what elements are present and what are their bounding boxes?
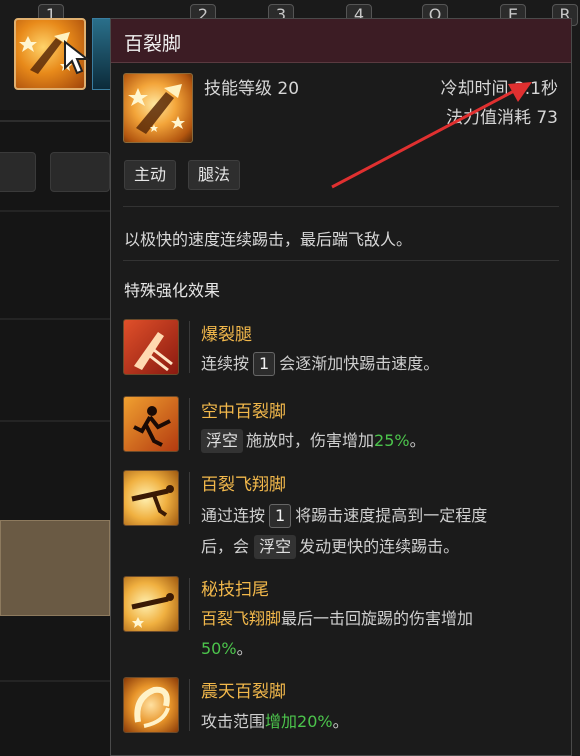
skill-title: 百裂脚 bbox=[124, 33, 182, 55]
effect-description: 后，会 浮空 发动更快的连续踢击。 bbox=[201, 533, 459, 559]
effect-description: 50%。 bbox=[201, 635, 253, 659]
effect-value: 25% bbox=[374, 431, 410, 450]
effect-highlight: 百裂飞翔脚 bbox=[201, 609, 282, 628]
effect-name: 秘技扫尾 bbox=[201, 580, 269, 600]
effect-divider bbox=[189, 472, 190, 524]
effect-description: 通过连按 1 将踢击速度提高到一定程度 bbox=[201, 502, 487, 528]
effect-name: 爆裂腿 bbox=[201, 325, 252, 345]
effect-text: 会逐渐加快踢击速度。 bbox=[279, 354, 440, 373]
list-divider bbox=[0, 680, 110, 682]
effect-name: 空中百裂脚 bbox=[201, 402, 286, 422]
list-divider bbox=[0, 420, 110, 422]
effect-text: 最后一击回旋踢的伤害增加 bbox=[281, 609, 474, 628]
divider bbox=[123, 260, 559, 261]
kick-skill-icon bbox=[123, 73, 193, 143]
effect-divider bbox=[189, 398, 190, 450]
background-button[interactable] bbox=[50, 152, 110, 192]
tag-active: 主动 bbox=[124, 160, 177, 190]
mouse-cursor-icon bbox=[64, 40, 90, 75]
effect-text: 。 bbox=[409, 431, 426, 450]
effect-text: 发动更快的连续踢击。 bbox=[299, 537, 460, 556]
effect-text: 将踢击速度提高到一定程度 bbox=[295, 506, 488, 525]
effect-name: 百裂飞翔脚 bbox=[201, 475, 286, 495]
quake-kick-icon bbox=[123, 677, 179, 733]
air-kick-icon bbox=[123, 396, 179, 452]
effect-description: 连续按 1 会逐渐加快踢击速度。 bbox=[201, 350, 439, 376]
divider bbox=[123, 206, 559, 207]
divider bbox=[0, 120, 110, 122]
selected-list-item[interactable] bbox=[0, 520, 110, 616]
effect-divider bbox=[189, 321, 190, 373]
scroll-edge bbox=[572, 180, 580, 756]
flying-kick-icon bbox=[123, 470, 179, 526]
skill-description: 以极快的速度连续踢击，最后踹飞敌人。 bbox=[124, 230, 413, 249]
effect-text: 施放时，伤害增加 bbox=[246, 431, 375, 450]
effect-text: 。 bbox=[332, 712, 349, 731]
effect-text: 。 bbox=[236, 639, 253, 658]
tooltip-header: 百裂脚 bbox=[111, 19, 571, 63]
effect-divider bbox=[189, 679, 190, 731]
sweep-tail-icon bbox=[123, 576, 179, 632]
list-divider bbox=[0, 210, 110, 212]
effect-description: 百裂飞翔脚最后一击回旋踢的伤害增加 bbox=[201, 605, 473, 629]
key-hint: 1 bbox=[269, 504, 292, 528]
effect-text: 连续按 bbox=[201, 354, 250, 373]
effect-value: 增加20% bbox=[265, 712, 333, 731]
annotation-arrow-icon bbox=[331, 82, 532, 189]
skill-slot[interactable] bbox=[92, 18, 112, 90]
effect-description: 浮空 施放时，伤害增加25%。 bbox=[201, 427, 426, 453]
effect-text: 通过连按 bbox=[201, 506, 266, 525]
status-chip: 浮空 bbox=[201, 429, 244, 453]
skill-level: 技能等级 20 bbox=[204, 79, 300, 99]
special-effects-title: 特殊强化效果 bbox=[124, 281, 221, 300]
key-hint: 1 bbox=[253, 352, 276, 376]
effect-value: 50% bbox=[201, 639, 237, 658]
list-divider bbox=[0, 318, 110, 320]
effect-text: 后，会 bbox=[201, 537, 250, 556]
effect-name: 震天百裂脚 bbox=[201, 682, 286, 702]
status-chip: 浮空 bbox=[254, 535, 297, 559]
tag-leg: 腿法 bbox=[188, 160, 241, 190]
effect-description: 攻击范围增加20%。 bbox=[201, 708, 349, 732]
background-button[interactable] bbox=[0, 152, 36, 192]
leg-blast-icon bbox=[123, 319, 179, 375]
effect-text: 攻击范围 bbox=[201, 712, 266, 731]
effect-divider bbox=[189, 578, 190, 630]
